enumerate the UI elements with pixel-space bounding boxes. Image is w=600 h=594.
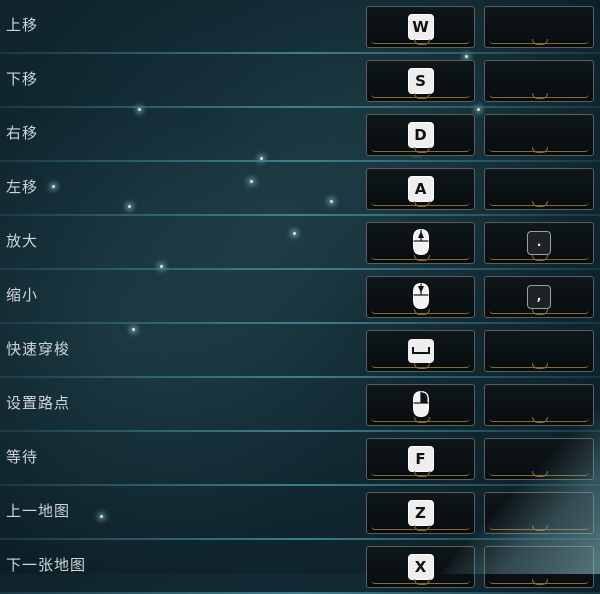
keybinding-row: 下一张地图 X <box>0 540 600 594</box>
secondary-binding-slot[interactable] <box>484 384 594 426</box>
keycap: Z <box>407 500 434 526</box>
secondary-binding-slot[interactable] <box>484 6 594 48</box>
keycap: A <box>407 176 434 202</box>
secondary-binding-slot[interactable] <box>484 438 594 480</box>
keybinding-row: 等待 F <box>0 432 600 486</box>
primary-binding-slot[interactable]: S <box>366 60 475 102</box>
primary-binding-slot[interactable] <box>366 222 475 264</box>
keybinding-row: 上一地图 Z <box>0 486 600 540</box>
keybinding-row: 快速穿梭 <box>0 324 600 378</box>
key-label: , <box>536 289 542 303</box>
action-label: 等待 <box>6 448 39 466</box>
key-icon: . <box>527 231 551 255</box>
secondary-binding-slot[interactable] <box>484 114 594 156</box>
keybinding-row: 放大. <box>0 216 600 270</box>
primary-binding-slot[interactable] <box>366 276 475 318</box>
keybinding-row: 缩小, <box>0 270 600 324</box>
action-label: 上一地图 <box>6 502 71 520</box>
mouse-scroll-up-icon <box>412 228 430 256</box>
keycap: S <box>407 68 434 94</box>
keycap: F <box>407 446 434 472</box>
primary-binding-slot[interactable]: Z <box>366 492 475 534</box>
key-icon: , <box>527 285 551 309</box>
mouse-right-click-icon <box>412 390 430 418</box>
keybinding-row: 左移 A <box>0 162 600 216</box>
action-label: 下一张地图 <box>6 556 87 574</box>
keycap: D <box>407 122 434 148</box>
primary-binding-slot[interactable] <box>366 384 475 426</box>
secondary-binding-slot[interactable] <box>484 492 594 534</box>
secondary-binding-slot[interactable] <box>484 60 594 102</box>
action-label: 上移 <box>6 16 39 34</box>
primary-binding-slot[interactable]: A <box>366 168 475 210</box>
keybinding-row: 上移 W <box>0 0 600 54</box>
keycap: W <box>407 14 434 40</box>
action-label: 放大 <box>6 232 39 250</box>
keybinding-row: 设置路点 <box>0 378 600 432</box>
action-label: 快速穿梭 <box>6 340 71 358</box>
mouse-scroll-down-icon <box>412 282 430 310</box>
action-label: 下移 <box>6 70 39 88</box>
primary-binding-slot[interactable]: X <box>366 546 475 588</box>
secondary-binding-slot[interactable] <box>484 546 594 588</box>
secondary-binding-slot[interactable]: , <box>484 276 594 318</box>
action-label: 左移 <box>6 178 39 196</box>
keybinding-row: 下移 S <box>0 54 600 108</box>
secondary-binding-slot[interactable]: . <box>484 222 594 264</box>
primary-binding-slot[interactable]: D <box>366 114 475 156</box>
spacebar-icon <box>407 339 434 363</box>
action-label: 缩小 <box>6 286 39 304</box>
secondary-binding-slot[interactable] <box>484 330 594 372</box>
secondary-binding-slot[interactable] <box>484 168 594 210</box>
keycap: X <box>407 554 434 580</box>
action-label: 右移 <box>6 124 39 142</box>
keybinding-row: 右移 D <box>0 108 600 162</box>
primary-binding-slot[interactable] <box>366 330 475 372</box>
action-label: 设置路点 <box>6 394 71 412</box>
key-label: . <box>536 235 542 249</box>
primary-binding-slot[interactable]: F <box>366 438 475 480</box>
primary-binding-slot[interactable]: W <box>366 6 475 48</box>
